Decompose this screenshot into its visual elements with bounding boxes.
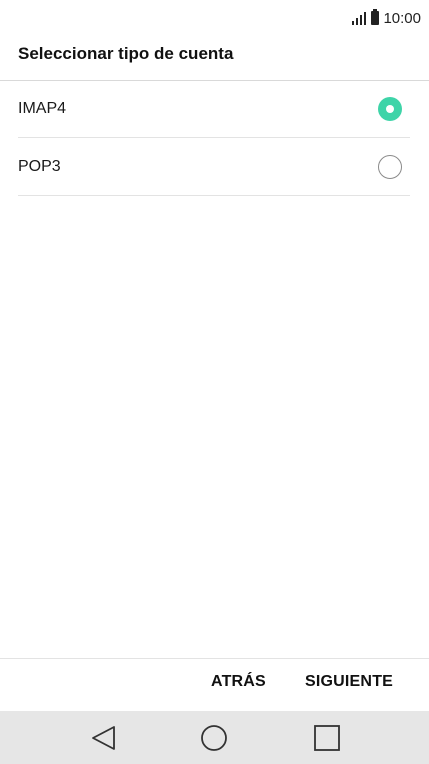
option-label: POP3	[18, 158, 61, 175]
option-label: IMAP4	[18, 100, 67, 117]
navigation-bar	[0, 711, 429, 764]
radio-unselected-icon[interactable]	[378, 155, 402, 179]
radio-selected-icon[interactable]	[378, 97, 402, 121]
next-button[interactable]: SIGUIENTE	[305, 673, 393, 691]
account-type-option-imap4[interactable]: IMAP4	[18, 81, 410, 138]
page-title: Seleccionar tipo de cuenta	[18, 44, 234, 63]
back-button[interactable]: ATRÁS	[211, 673, 266, 691]
battery-icon	[371, 9, 380, 25]
recent-apps-icon[interactable]	[312, 723, 342, 753]
action-bar: ATRÁS SIGUIENTE	[0, 659, 429, 711]
status-time: 10:00	[383, 9, 421, 27]
signal-icon	[351, 11, 367, 25]
back-icon[interactable]	[89, 723, 119, 753]
status-bar: 10:00	[0, 0, 429, 36]
account-type-option-pop3[interactable]: POP3	[18, 139, 410, 196]
home-icon[interactable]	[199, 723, 229, 753]
